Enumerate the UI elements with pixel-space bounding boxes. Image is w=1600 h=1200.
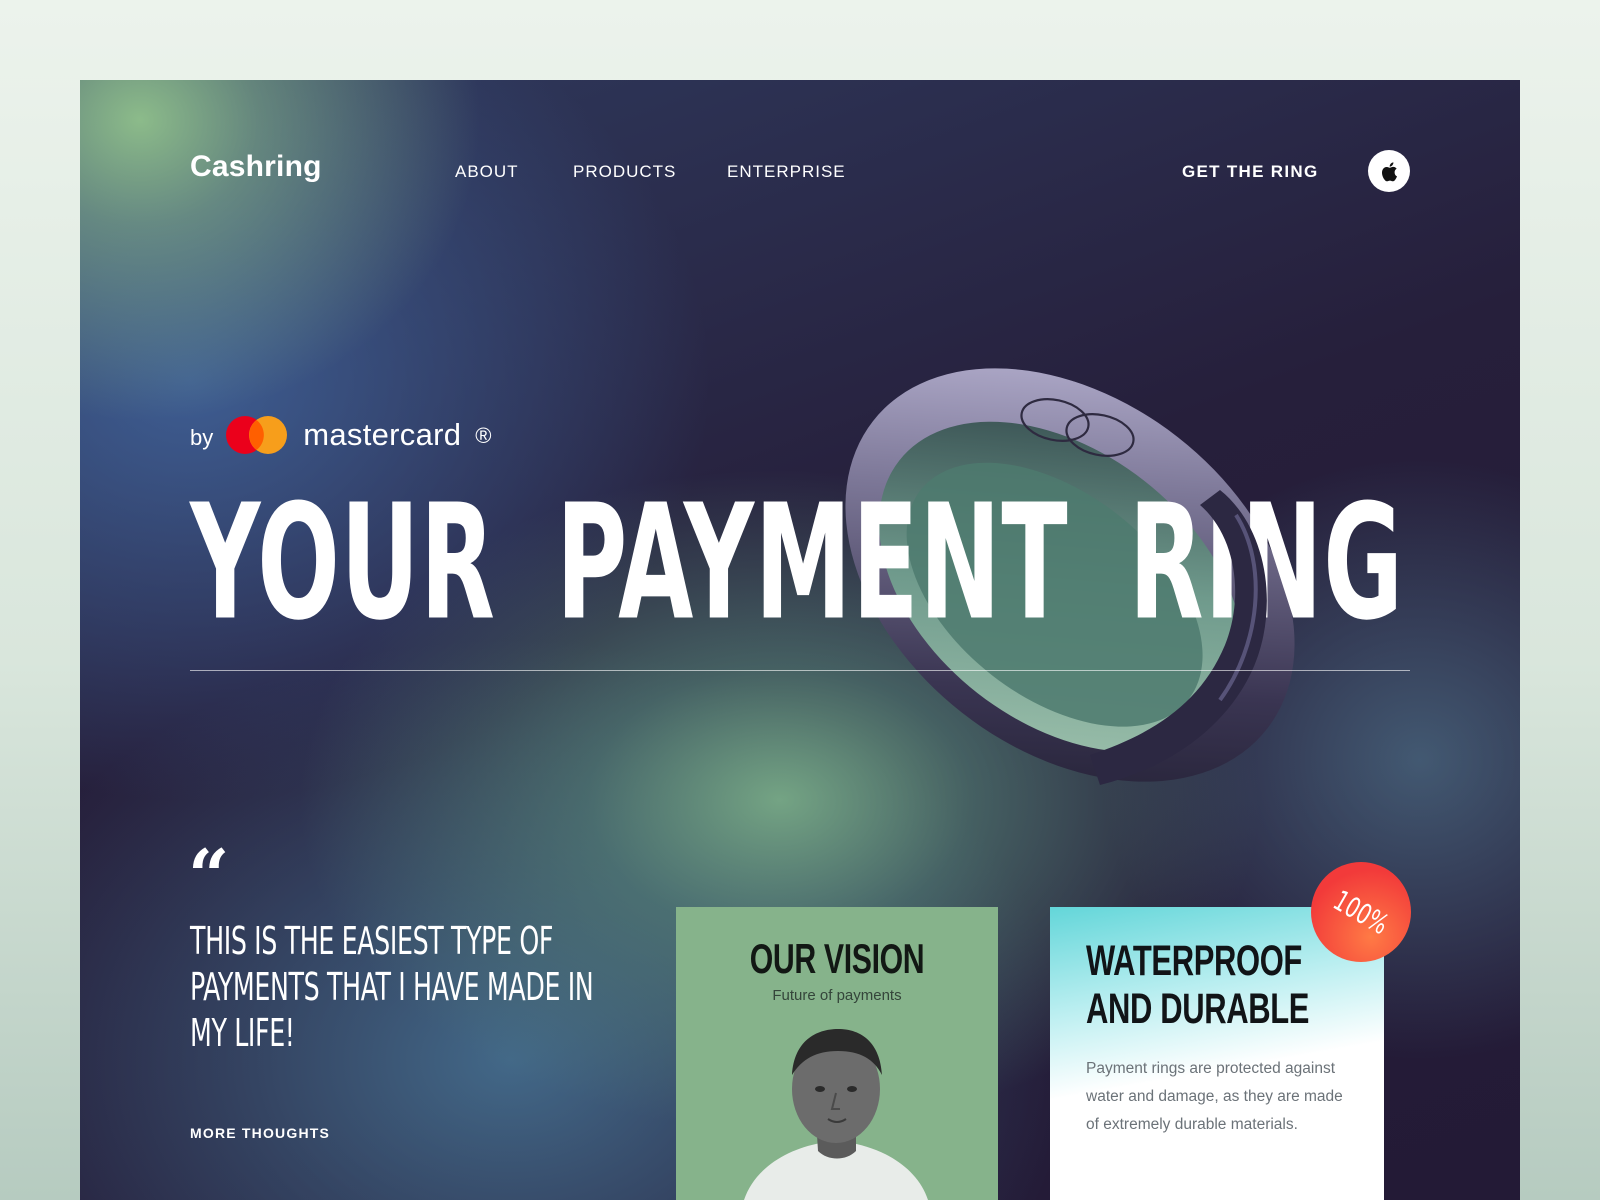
- percent-badge: 100%: [1311, 862, 1411, 962]
- partner-row: by mastercard ®: [190, 415, 492, 455]
- brand-logo[interactable]: Cashring: [190, 150, 322, 184]
- mastercard-wordmark: mastercard: [303, 417, 462, 452]
- man-portrait-image: [744, 1029, 928, 1200]
- app-store-button[interactable]: [1368, 150, 1410, 192]
- by-label: by: [190, 425, 214, 450]
- landing-page: Cashring ABOUT PRODUCTS ENTERPRISE GET T…: [80, 80, 1520, 1200]
- vision-card[interactable]: OUR VISION Future of payments: [676, 907, 998, 1200]
- registered-mark: ®: [475, 423, 492, 448]
- testimonial-quote: THIS IS THE EASIEST TYPE OF PAYMENTS THA…: [190, 919, 594, 1055]
- vision-subtitle: Future of payments: [772, 987, 902, 1004]
- more-thoughts-link[interactable]: MORE THOUGHTS: [190, 1125, 330, 1141]
- badge-label: 100%: [1327, 883, 1395, 941]
- vision-title: OUR VISION: [749, 935, 925, 982]
- nav-products-link[interactable]: PRODUCTS: [573, 162, 676, 182]
- quote-icon: “: [188, 833, 230, 918]
- nav-about-link[interactable]: ABOUT: [455, 162, 519, 182]
- hero-divider: [190, 670, 1410, 671]
- waterproof-description: Payment rings are protected against wate…: [1086, 1060, 1343, 1133]
- apple-icon: [1382, 161, 1397, 181]
- nav-enterprise-link[interactable]: ENTERPRISE: [727, 162, 846, 182]
- hero-headline: YOUR PAYMENT RING: [190, 471, 1404, 656]
- get-the-ring-button[interactable]: GET THE RING: [1182, 162, 1319, 182]
- waterproof-title: WATERPROOF AND DURABLE: [1086, 937, 1310, 1033]
- mastercard-logo: [225, 415, 289, 455]
